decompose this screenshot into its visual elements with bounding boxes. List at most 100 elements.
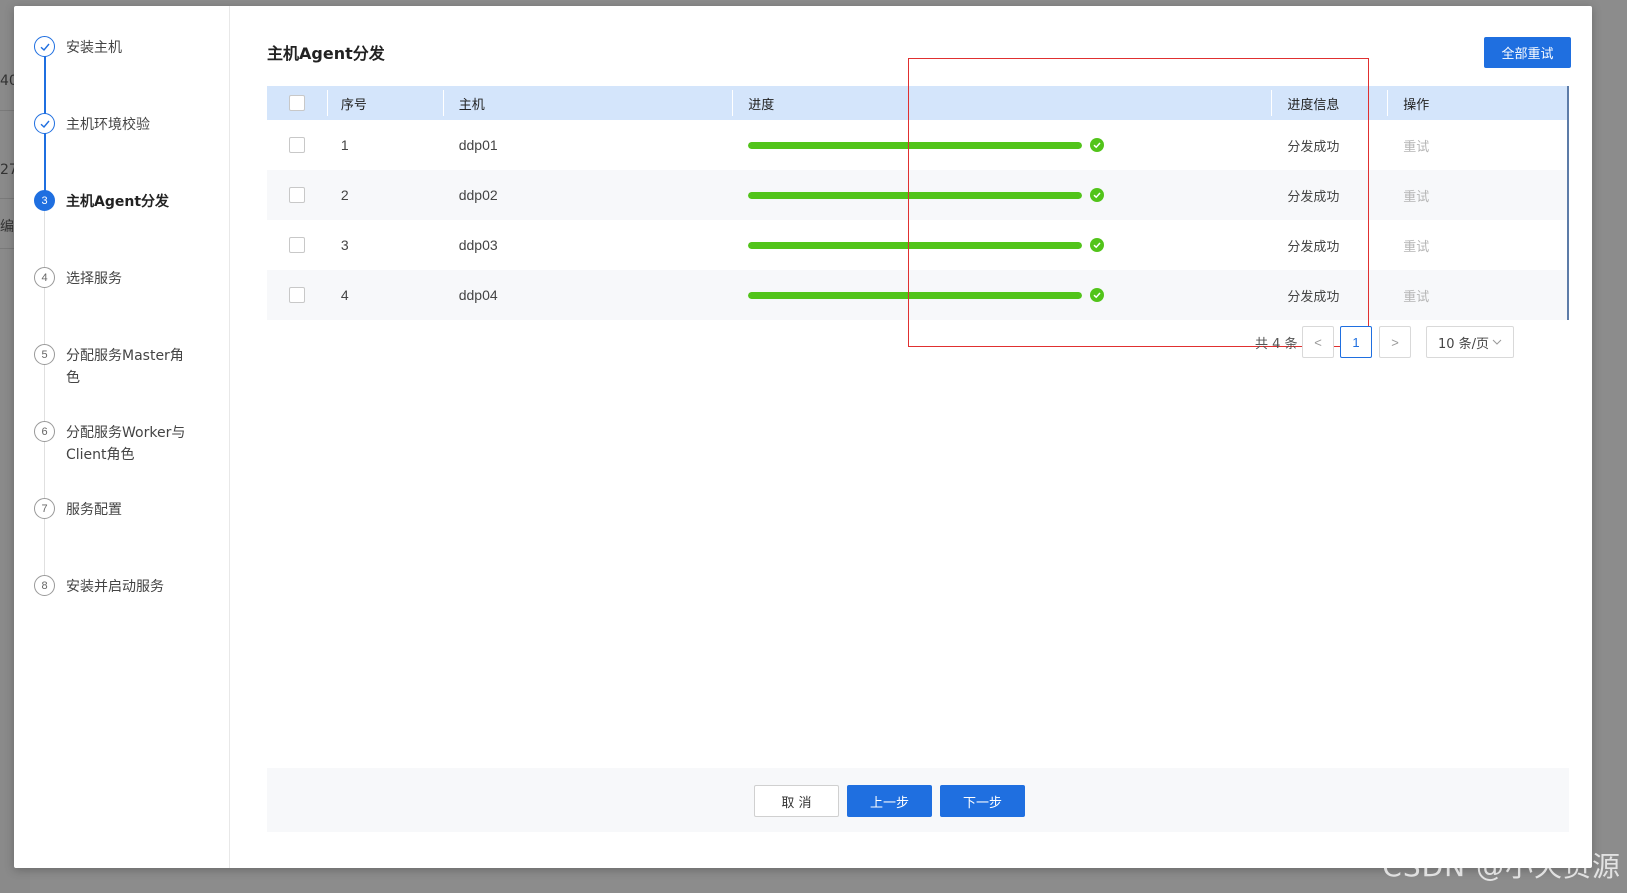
row-action-cell: 重试	[1387, 120, 1567, 170]
step-connector	[44, 209, 45, 272]
check-icon	[34, 36, 55, 57]
row-checkbox[interactable]	[288, 137, 305, 153]
table-row: 2 ddp02 分发成功 重试	[267, 170, 1567, 220]
row-progress	[732, 120, 1271, 170]
retry-link[interactable]: 重试	[1403, 286, 1429, 305]
row-progress	[732, 170, 1271, 220]
retry-link[interactable]: 重试	[1403, 136, 1429, 155]
progress-fill	[748, 191, 1083, 199]
step-number: 3	[34, 190, 55, 211]
row-progress-info: 分发成功	[1287, 239, 1340, 255]
step-number: 5	[34, 344, 55, 365]
row-index: 4	[340, 287, 349, 303]
previous-step-button[interactable]: 上一步	[847, 785, 932, 817]
page-size-value: 10 条/页	[1437, 336, 1490, 352]
step-label: 分配服务Master角色	[66, 348, 184, 386]
background-divider	[0, 248, 14, 249]
table-row: 1 ddp01 分发成功 重试	[267, 120, 1567, 170]
success-check-icon	[1090, 238, 1105, 252]
row-host: ddp03	[458, 237, 498, 253]
success-check-icon	[1090, 188, 1105, 202]
row-checkbox[interactable]	[288, 237, 305, 253]
progress-fill	[748, 291, 1083, 299]
prev-page-button[interactable]: <	[1302, 326, 1334, 358]
background-text-fragment: 40	[0, 73, 14, 89]
row-checkbox[interactable]	[288, 187, 305, 203]
cancel-button[interactable]: 取 消	[754, 785, 839, 817]
step-connector	[44, 517, 45, 580]
steps-sidebar: 安装主机 主机环境校验 3 主机Agent分发 4 选择服务 5 分配服务Mas…	[14, 6, 230, 868]
column-header-action: 操作	[1387, 86, 1567, 120]
row-progress-info: 分发成功	[1287, 139, 1340, 155]
step-label: 安装并启动服务	[66, 579, 164, 595]
step-connector	[44, 363, 45, 426]
column-header-progress: 进度	[732, 86, 1271, 120]
row-checkbox[interactable]	[288, 287, 305, 303]
row-index: 1	[340, 137, 349, 153]
row-check-cell	[267, 120, 327, 170]
step-number: 8	[34, 575, 55, 596]
row-progress-info: 分发成功	[1287, 189, 1340, 205]
row-action-cell: 重试	[1387, 270, 1567, 320]
select-all-checkbox[interactable]	[288, 95, 305, 111]
row-progress-info: 分发成功	[1287, 289, 1340, 305]
progress-bar	[748, 191, 1083, 199]
background-divider	[0, 198, 14, 199]
step-connector	[44, 132, 46, 195]
success-check-icon	[1090, 288, 1105, 302]
retry-all-button[interactable]: 全部重试	[1484, 37, 1571, 68]
progress-bar	[748, 241, 1083, 249]
table-row: 3 ddp03 分发成功 重试	[267, 220, 1567, 270]
dialog-footer: 取 消 上一步 下一步	[267, 768, 1569, 832]
background-text-fragment: 编	[0, 219, 14, 235]
step-label: 主机Agent分发	[66, 194, 170, 210]
column-header-host: 主机	[442, 86, 733, 120]
table-row: 4 ddp04 分发成功 重试	[267, 270, 1567, 320]
agent-distribution-table: 序号 主机 进度 进度信息 操作 1 ddp01 分发成功 重试 2 ddp02…	[267, 86, 1569, 320]
pagination: 共 4 条 < 1 > 10 条/页	[230, 326, 1592, 358]
select-all-cell	[267, 86, 327, 120]
step-label: 选择服务	[66, 271, 122, 287]
retry-link[interactable]: 重试	[1403, 186, 1429, 205]
page-number-button[interactable]: 1	[1340, 326, 1372, 358]
step-label: 安装主机	[66, 40, 122, 56]
background-text-fragment: 27	[0, 162, 14, 178]
success-check-icon	[1090, 138, 1105, 152]
row-index: 3	[340, 237, 349, 253]
progress-bar	[748, 141, 1083, 149]
row-action-cell: 重试	[1387, 170, 1567, 220]
row-progress	[732, 220, 1271, 270]
pagination-total: 共 4 条	[1255, 337, 1298, 352]
step-label: 服务配置	[66, 502, 122, 518]
main-content: 主机Agent分发 全部重试 序号 主机 进度 进度信息 操作 1 ddp01	[230, 6, 1592, 868]
row-index: 2	[340, 187, 349, 203]
watermark: CSDN @小天资源	[1382, 850, 1621, 883]
step-connector	[44, 440, 45, 503]
install-wizard-dialog: 安装主机 主机环境校验 3 主机Agent分发 4 选择服务 5 分配服务Mas…	[14, 6, 1592, 868]
step-connector	[44, 55, 46, 118]
step-number: 6	[34, 421, 55, 442]
step-number: 4	[34, 267, 55, 288]
step-label: 主机环境校验	[66, 117, 150, 133]
page-title: 主机Agent分发	[267, 44, 385, 63]
row-check-cell	[267, 170, 327, 220]
progress-bar	[748, 291, 1083, 299]
step-label: 分配服务Worker与Client角色	[66, 425, 186, 463]
column-header-progress-info: 进度信息	[1271, 86, 1387, 120]
row-progress	[732, 270, 1271, 320]
check-icon	[34, 113, 55, 134]
next-step-button[interactable]: 下一步	[940, 785, 1025, 817]
next-page-button[interactable]: >	[1379, 326, 1411, 358]
progress-fill	[748, 141, 1083, 149]
row-host: ddp04	[458, 287, 498, 303]
row-check-cell	[267, 220, 327, 270]
background-divider	[0, 110, 14, 111]
step-number: 7	[34, 498, 55, 519]
row-check-cell	[267, 270, 327, 320]
column-header-index: 序号	[326, 86, 443, 120]
retry-link[interactable]: 重试	[1403, 236, 1429, 255]
page-size-select[interactable]: 10 条/页	[1426, 326, 1514, 358]
row-host: ddp01	[458, 137, 498, 153]
row-host: ddp02	[458, 187, 498, 203]
table-header: 序号 主机 进度 进度信息 操作	[267, 86, 1567, 120]
